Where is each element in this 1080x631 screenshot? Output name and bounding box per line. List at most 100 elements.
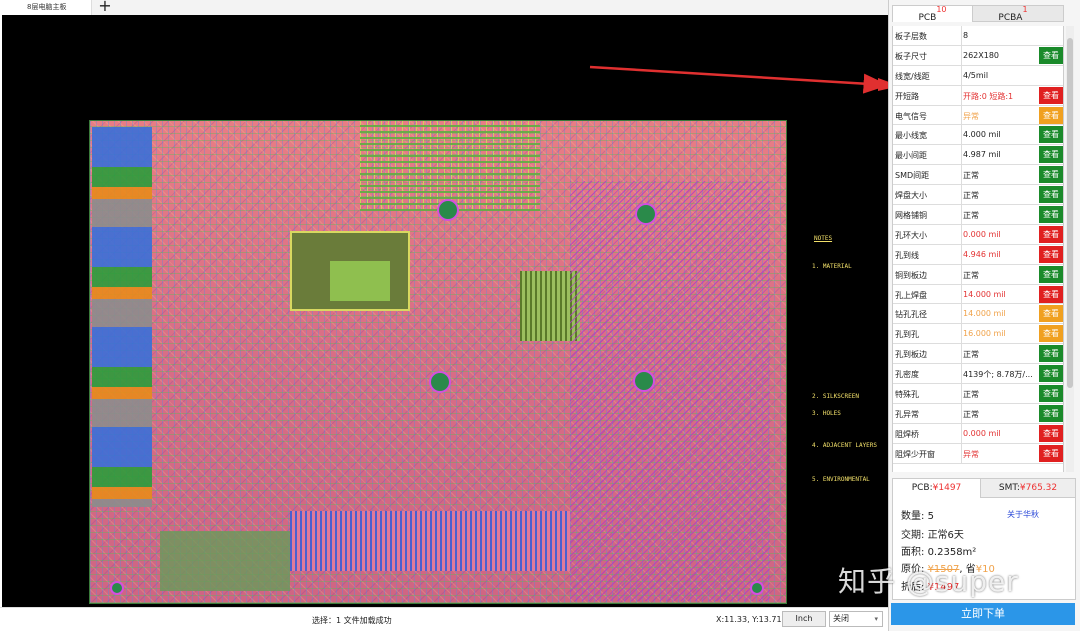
check-value: 4.946 mil	[963, 249, 1001, 259]
check-value: 0.000 mil	[963, 428, 1001, 438]
check-row: 铜到板边 正常 查看	[893, 264, 1063, 285]
view-button[interactable]: 查看	[1039, 365, 1063, 383]
check-row: 孔上焊盘 14.000 mil 查看	[893, 284, 1063, 305]
panel-tab-bar: PCB10 PCBA1	[892, 5, 1064, 23]
check-row: 阻焊少开窗 异常 查看	[893, 443, 1063, 464]
check-value: 4139个; 8.78万/...	[963, 370, 1033, 380]
column-divider	[961, 304, 962, 324]
view-button[interactable]: 查看	[1039, 345, 1063, 363]
tab-pcba[interactable]: PCBA1	[973, 5, 1053, 23]
check-label: 最小线宽	[895, 131, 927, 141]
delivery-value: 正常6天	[927, 530, 964, 541]
column-divider	[961, 264, 962, 284]
view-button[interactable]: 查看	[1039, 225, 1063, 243]
check-label: 孔异常	[895, 409, 919, 419]
view-button[interactable]: 查看	[1039, 325, 1063, 343]
check-row: 钻孔孔径 14.000 mil 查看	[893, 304, 1063, 325]
view-button[interactable]: 查看	[1039, 424, 1063, 442]
column-divider	[961, 185, 962, 205]
column-divider	[961, 423, 962, 443]
column-divider	[961, 284, 962, 304]
view-button[interactable]: 查看	[1039, 245, 1063, 263]
column-divider	[961, 384, 962, 403]
check-row: 孔到板边 正常 查看	[893, 344, 1063, 365]
view-button[interactable]: 查看	[1039, 385, 1063, 403]
column-divider	[961, 403, 962, 423]
view-button[interactable]: 查看	[1039, 404, 1063, 422]
quantity-value: 5	[927, 511, 934, 522]
check-value: 正常	[963, 191, 979, 201]
column-divider	[961, 224, 962, 244]
view-button[interactable]: 查看	[1039, 305, 1063, 323]
check-value: 8	[963, 31, 969, 40]
check-value: 正常	[963, 211, 979, 221]
check-value: 异常	[963, 111, 979, 121]
column-divider	[961, 443, 962, 463]
view-button[interactable]: 查看	[1039, 265, 1063, 283]
check-label: 铜到板边	[895, 270, 927, 280]
view-button[interactable]: 查看	[1039, 206, 1063, 224]
tab-pcb[interactable]: PCB10	[893, 5, 973, 23]
check-label: SMD间距	[895, 171, 930, 181]
check-label: 板子层数	[895, 32, 927, 41]
tab-pcba-count: 1	[1022, 5, 1028, 14]
quantity-label: 数量:	[901, 511, 925, 522]
check-label: 孔到线	[895, 250, 919, 260]
check-label: 焊盘大小	[895, 191, 927, 201]
column-divider	[961, 244, 962, 264]
annotation-arrow	[589, 65, 888, 94]
check-value: 开路:0 短路:1	[963, 91, 1014, 101]
tab-pcb-price[interactable]: PCB:¥1497	[893, 479, 981, 498]
check-label: 钻孔孔径	[895, 310, 927, 320]
area-line: 面积: 0.2358m²	[901, 543, 976, 558]
view-button[interactable]: 查看	[1039, 86, 1063, 104]
check-label: 孔环大小	[895, 230, 927, 240]
check-label: 线宽/线距	[895, 71, 930, 81]
view-button[interactable]: 查看	[1039, 146, 1063, 164]
tab-pcb-count: 10	[936, 5, 947, 14]
check-label: 孔上焊盘	[895, 290, 927, 300]
pcb-canvas[interactable]: NOTES 1. MATERIAL 2. SILKSCREEN 3. HOLES…	[2, 15, 888, 607]
view-button[interactable]: 查看	[1039, 126, 1063, 144]
check-value: 0.000 mil	[963, 229, 1001, 239]
view-button[interactable]: 查看	[1039, 285, 1063, 303]
column-divider	[961, 45, 962, 65]
check-label: 板子尺寸	[895, 51, 927, 61]
check-label: 孔到孔	[895, 330, 919, 340]
check-row: 阻焊桥 0.000 mil 查看	[893, 423, 1063, 444]
column-divider	[961, 85, 962, 105]
layer-dropdown-value: 关闭	[833, 614, 849, 623]
document-tab[interactable]: 8层电脑主板	[0, 0, 92, 15]
column-divider	[961, 205, 962, 224]
tab-smt-price[interactable]: SMT:¥765.32	[981, 479, 1075, 498]
check-value: 4.987 mil	[963, 150, 1001, 160]
check-row: 板子层数 8	[893, 26, 1063, 46]
unit-toggle-button[interactable]: Inch	[782, 611, 826, 627]
view-button[interactable]: 查看	[1039, 106, 1063, 124]
view-button[interactable]: 查看	[1039, 166, 1063, 184]
layer-dropdown[interactable]: 关闭 ▾	[829, 611, 883, 627]
quantity-line: 数量: 5	[901, 507, 934, 522]
check-row: 孔到线 4.946 mil 查看	[893, 244, 1063, 265]
smt-price-value: ¥765.32	[1019, 483, 1058, 493]
check-row: 最小线宽 4.000 mil 查看	[893, 125, 1063, 146]
check-row: 孔密度 4139个; 8.78万/... 查看	[893, 364, 1063, 385]
view-button[interactable]: 查看	[1039, 444, 1063, 462]
analysis-panel: PCB10 PCBA1 板子层数 8 板子尺寸 262X180 查看 线宽/线距 4/5mi…	[888, 0, 1080, 631]
column-divider	[961, 165, 962, 185]
view-button[interactable]: 查看	[1039, 186, 1063, 204]
tab-pcba-label: PCBA	[998, 13, 1023, 23]
about-link[interactable]: 关于华秋	[1007, 509, 1039, 520]
add-tab-button[interactable]: +	[95, 0, 115, 15]
check-label: 网格铺铜	[895, 211, 927, 221]
delivery-line: 交期: 正常6天	[901, 526, 964, 541]
table-scrollbar[interactable]	[1066, 26, 1074, 472]
app-window: 8层电脑主板 + NOTES 1. MATERIAL 2. SILKSCREEN…	[0, 0, 1080, 631]
column-divider	[961, 145, 962, 165]
status-message: 选择：1 文件加载成功	[312, 616, 392, 625]
order-now-button[interactable]: 立即下单	[891, 603, 1075, 625]
check-label: 阻焊桥	[895, 429, 919, 439]
view-button[interactable]: 查看	[1039, 46, 1063, 64]
scrollbar-thumb[interactable]	[1067, 38, 1073, 388]
check-row: 焊盘大小 正常 查看	[893, 185, 1063, 206]
